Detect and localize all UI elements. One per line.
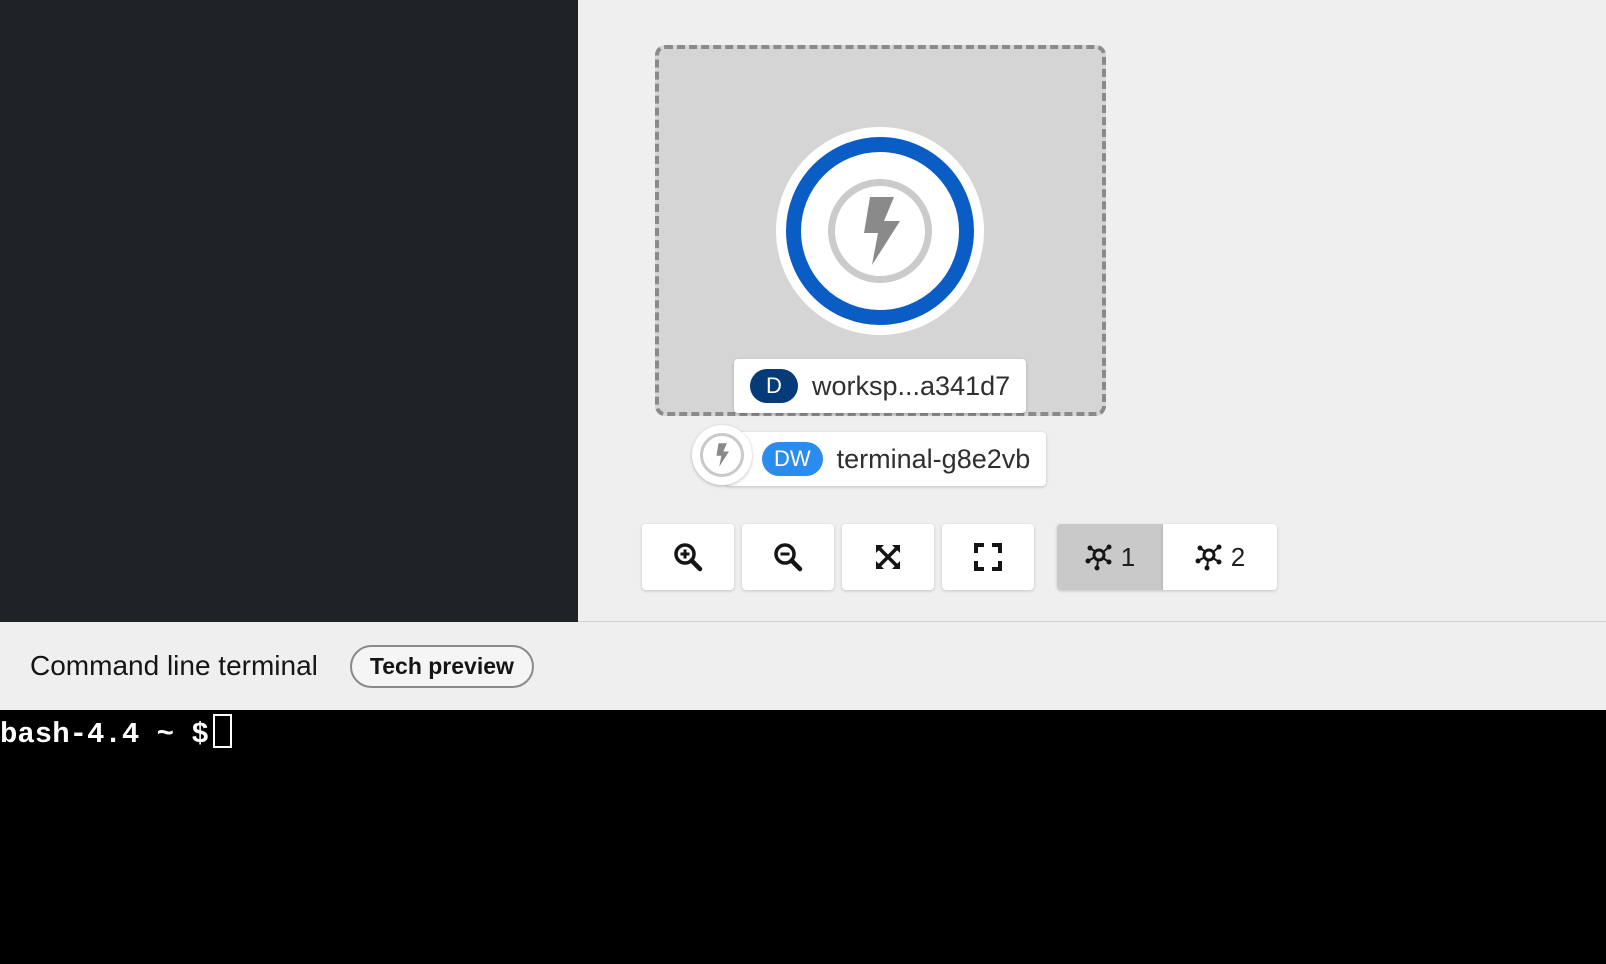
terminal-cursor (212, 714, 232, 748)
workload-node[interactable] (776, 127, 984, 335)
zoom-out-button[interactable] (742, 524, 834, 590)
terminal-header: Command line terminal Tech preview (0, 622, 1606, 710)
layout-1-button[interactable]: 1 (1057, 524, 1163, 590)
zoom-in-icon (674, 543, 703, 572)
fit-to-screen-icon (876, 545, 900, 569)
node-label[interactable]: DW terminal-g8e2vb (726, 432, 1047, 486)
topology-layout-icon (1195, 544, 1222, 571)
expand-icon (974, 543, 1002, 571)
zoom-in-button[interactable] (642, 524, 734, 590)
layout-2-label: 2 (1230, 541, 1246, 572)
node-name: terminal-g8e2vb (836, 443, 1031, 474)
reset-view-button[interactable] (942, 524, 1034, 590)
terminal-node[interactable] (692, 425, 752, 485)
topology-canvas[interactable]: D worksp...a341d7 DW terminal-g8e2vb 1 2 (578, 0, 1606, 622)
tech-preview-badge: Tech preview (349, 644, 534, 688)
topology-layout-icon (1085, 544, 1112, 571)
node-type-badge: DW (762, 442, 823, 476)
group-type-badge: D (750, 369, 798, 403)
fit-to-screen-button[interactable] (842, 524, 934, 590)
terminal-prompt: bash-4.4 ~ $ (0, 718, 209, 751)
terminal-title: Command line terminal (30, 650, 318, 681)
terminal-output[interactable]: bash-4.4 ~ $ (0, 710, 1606, 964)
sidebar-panel (0, 0, 578, 622)
group-label[interactable]: D worksp...a341d7 (734, 359, 1027, 413)
layout-2-button[interactable]: 2 (1163, 524, 1277, 590)
bolt-icon (716, 443, 729, 467)
group-name: worksp...a341d7 (812, 370, 1011, 401)
layout-1-label: 1 (1120, 541, 1136, 572)
bolt-icon (864, 197, 900, 265)
zoom-out-icon (774, 543, 803, 572)
